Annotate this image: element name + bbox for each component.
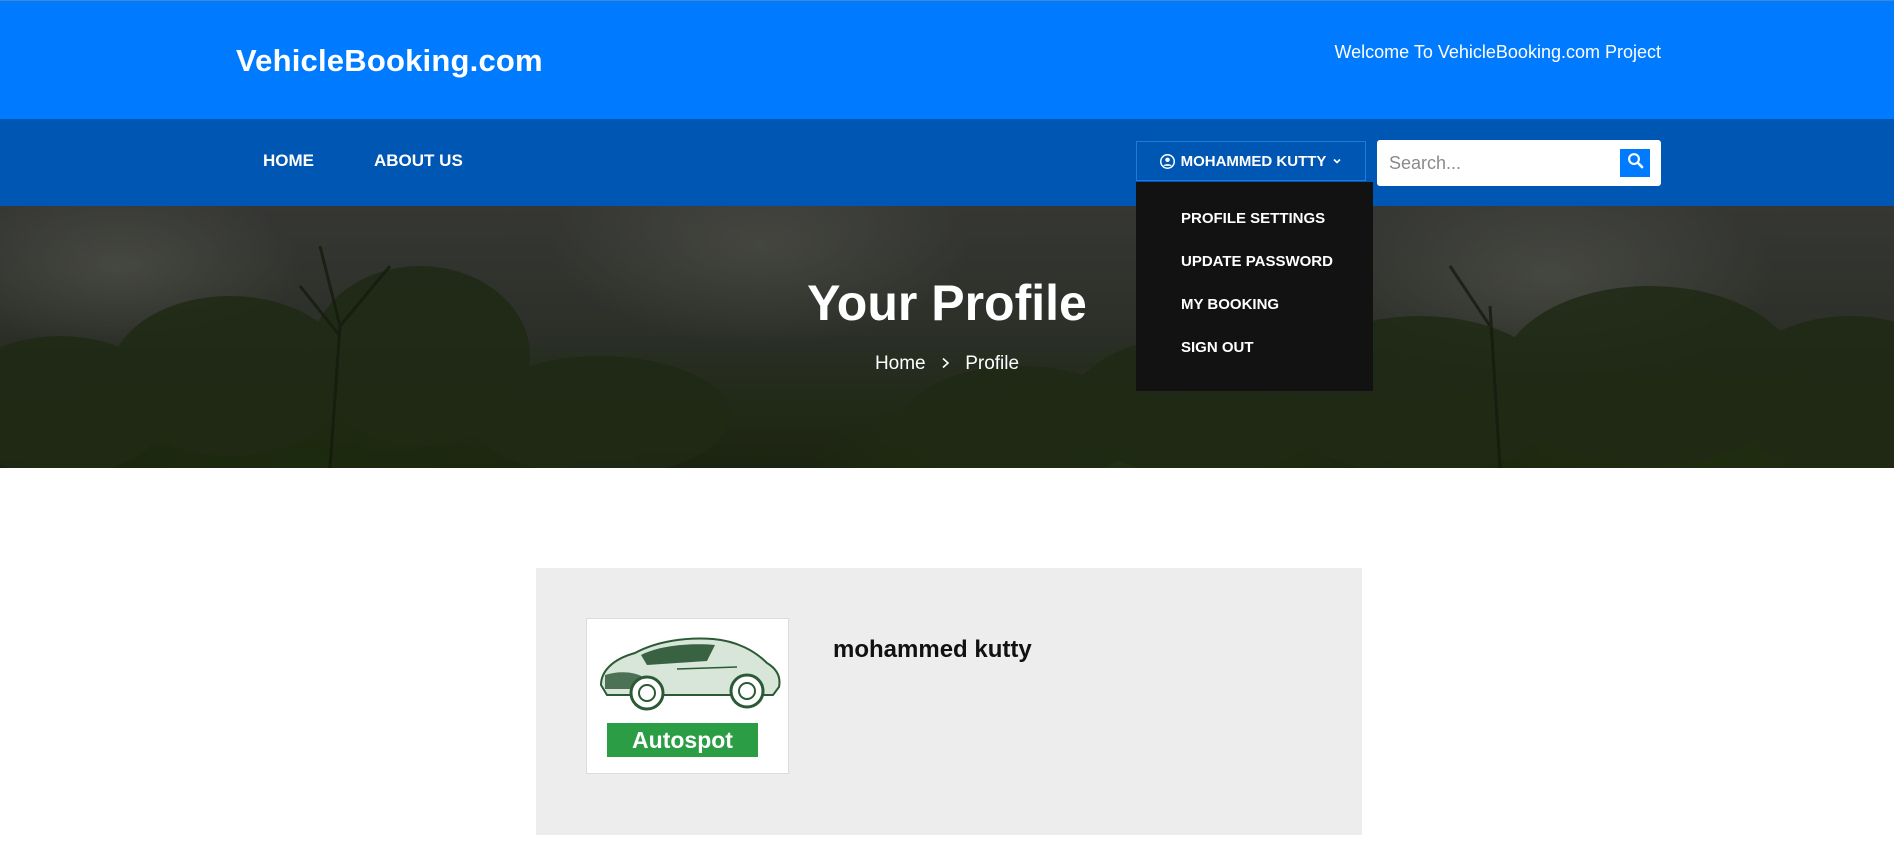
search-icon — [1627, 152, 1644, 174]
user-menu-label: MOHAMMED KUTTY — [1180, 152, 1327, 170]
chevron-down-icon — [1332, 156, 1342, 166]
chevron-right-icon — [941, 353, 950, 375]
user-circle-icon — [1159, 153, 1175, 169]
menu-item-sign-out[interactable]: SIGN OUT — [1181, 339, 1373, 382]
search-input[interactable] — [1387, 146, 1607, 180]
menu-item-my-booking[interactable]: MY BOOKING — [1181, 296, 1373, 339]
avatar: Autospot — [586, 618, 789, 774]
logo-badge: Autospot — [607, 723, 758, 757]
breadcrumb-current: Profile — [965, 353, 1020, 374]
forest-background-image — [0, 206, 1894, 468]
breadcrumb: Home Profile — [0, 353, 1894, 375]
welcome-text: Welcome To VehicleBooking.com Project — [1334, 42, 1662, 62]
nav-home-link[interactable]: HOME — [263, 151, 314, 171]
menu-item-profile-settings[interactable]: PROFILE SETTINGS — [1181, 210, 1373, 253]
breadcrumb-home-link[interactable]: Home — [875, 353, 926, 374]
nav-about-us-link[interactable]: ABOUT US — [374, 151, 463, 171]
profile-card: Autospot mohammed kutty — [536, 568, 1362, 835]
search-box — [1377, 140, 1661, 186]
page-title: Your Profile — [807, 275, 1087, 331]
brand-logo-link[interactable]: VehicleBooking.com — [236, 43, 543, 79]
profile-name: mohammed kutty — [833, 636, 1032, 663]
search-button[interactable] — [1620, 149, 1650, 177]
top-header: VehicleBooking.com Welcome To VehicleBoo… — [0, 0, 1894, 119]
hero-banner — [0, 206, 1894, 468]
menu-item-update-password[interactable]: UPDATE PASSWORD — [1181, 253, 1373, 296]
user-dropdown-menu: PROFILE SETTINGS UPDATE PASSWORD MY BOOK… — [1136, 182, 1373, 391]
car-illustration-icon — [599, 637, 781, 711]
user-menu-button[interactable]: MOHAMMED KUTTY — [1136, 141, 1366, 181]
